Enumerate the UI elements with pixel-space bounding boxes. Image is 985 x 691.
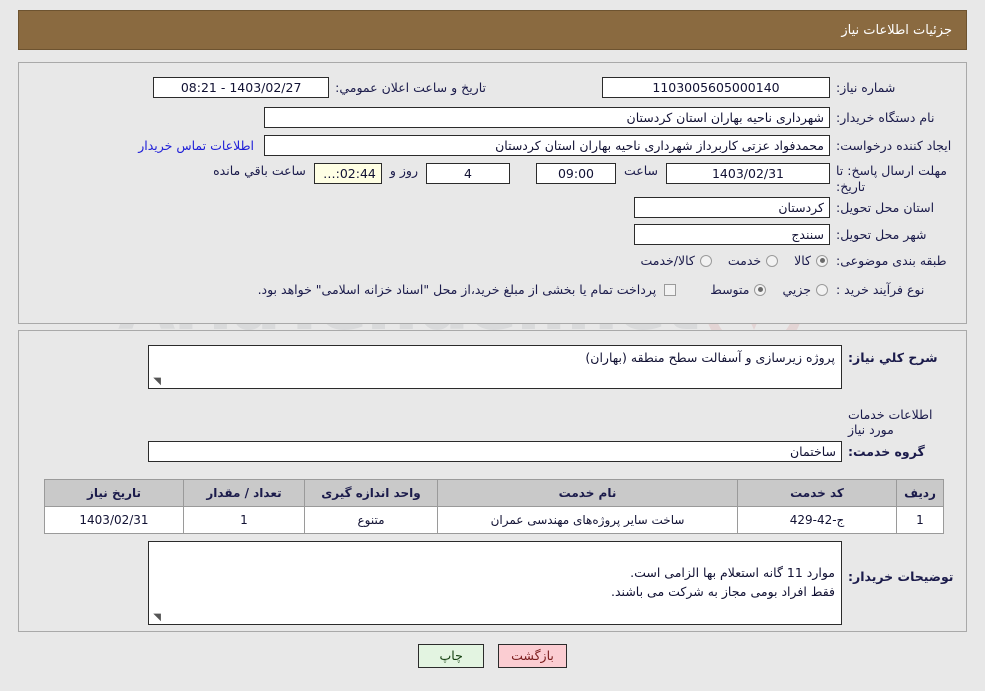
resize-grip-icon[interactable]: ◥ — [151, 613, 161, 623]
radio-category-kala-khedmat-label: کالا/خدمت — [640, 253, 695, 269]
deadline-label: مهلت ارسال پاسخ: تا تاریخ: — [836, 163, 947, 194]
cell-quantity: 1 — [183, 506, 305, 534]
col-quantity: تعداد / مقدار — [183, 479, 305, 507]
buyer-notes-textarea[interactable]: موارد 11 گانه استعلام بها الزامی است. فق… — [148, 541, 842, 625]
services-table: ردیف کد خدمت نام خدمت واحد اندازه گیری ت… — [44, 479, 944, 534]
purchase-process-label: نوع فرآیند خرید : — [836, 282, 925, 297]
col-need-date: تاریخ نیاز — [44, 479, 184, 507]
buyer-org-field[interactable]: شهرداری ناحیه بهاران استان کردستان — [264, 107, 830, 128]
general-description-label: شرح کلي نیاز: — [848, 350, 938, 365]
announce-datetime-field[interactable]: 1403/02/27 - 08:21 — [153, 77, 330, 98]
days-label: روز و — [389, 163, 418, 178]
print-button[interactable]: چاپ — [418, 644, 485, 668]
request-creator-label: ایجاد کننده درخواست: — [836, 137, 952, 153]
treasury-documents-checkbox[interactable] — [664, 283, 677, 296]
need-number-field[interactable]: 1103005605000140 — [602, 77, 830, 98]
page-title: جزئیات اطلاعات نیاز — [841, 22, 952, 38]
resize-grip-icon[interactable]: ◥ — [151, 377, 161, 387]
col-service-name: نام خدمت — [437, 479, 738, 507]
radio-category-khedmat[interactable] — [766, 254, 779, 267]
service-group-field[interactable]: ساختمان — [148, 441, 842, 462]
countdown-label: ساعت باقي مانده — [213, 163, 306, 178]
cell-unit: متنوع — [304, 506, 438, 534]
radio-category-kala-khedmat[interactable] — [699, 254, 712, 267]
delivery-city-field[interactable]: سنندج — [634, 224, 830, 245]
buyer-notes-label: توضیحات خریدار: — [848, 569, 954, 584]
remaining-days-field: 4 — [425, 163, 510, 184]
table-header-row: ردیف کد خدمت نام خدمت واحد اندازه گیری ت… — [44, 479, 944, 507]
announce-label: تاریخ و ساعت اعلان عمومي: — [335, 80, 486, 95]
hour-label: ساعت — [623, 163, 658, 178]
col-service-code: کد خدمت — [737, 479, 897, 507]
cell-need-date: 1403/02/31 — [44, 506, 184, 534]
general-description-textarea[interactable]: پروژه زیرسازی و آسفالت سطح منطقه (بهاران… — [148, 345, 842, 389]
delivery-city-label: شهر محل تحویل: — [836, 226, 927, 242]
services-section-title: اطلاعات خدمات مورد نیاز — [848, 407, 933, 437]
radio-process-jozie[interactable] — [816, 283, 828, 296]
buyer-notes-text: موارد 11 گانه استعلام بها الزامی است. فق… — [611, 564, 835, 599]
deadline-date-field[interactable]: 1403/02/31 — [666, 163, 830, 184]
buyer-contact-link[interactable]: اطلاعات تماس خریدار — [138, 138, 254, 153]
buyer-org-label: نام دستگاه خریدار: — [836, 109, 935, 125]
radio-category-kala[interactable] — [816, 254, 828, 267]
need-details-panel: شرح کلي نیاز: پروژه زیرسازی و آسفالت سطح… — [18, 330, 967, 632]
radio-process-motevaset[interactable] — [754, 283, 767, 296]
cell-service-code: ج-42-429 — [737, 506, 897, 534]
cell-row-index: 1 — [896, 506, 944, 534]
treasury-documents-label: پرداخت تمام یا بخشی از مبلغ خرید،از محل … — [257, 282, 657, 298]
request-creator-field[interactable]: محمدفواد عزتی کاربرداز شهرداری ناحیه بها… — [264, 135, 830, 156]
general-description-text: پروژه زیرسازی و آسفالت سطح منطقه (بهاران… — [585, 350, 835, 365]
radio-category-khedmat-label: خدمت — [727, 253, 762, 269]
page-header: جزئیات اطلاعات نیاز — [18, 10, 967, 50]
back-button[interactable]: بازگشت — [498, 644, 567, 668]
footer-button-bar: بازگشت چاپ — [0, 644, 985, 668]
countdown-timer-field: 00:02:44 — [313, 163, 382, 184]
cell-service-name: ساخت سایر پروژه‌های مهندسی عمران — [437, 506, 738, 534]
delivery-province-field[interactable]: کردستان — [634, 197, 830, 218]
delivery-province-label: استان محل تحویل: — [836, 199, 935, 215]
radio-process-jozie-label: جزیي — [782, 282, 811, 298]
col-row-index: ردیف — [896, 479, 944, 507]
radio-process-motevaset-label: متوسط — [710, 282, 750, 298]
service-group-label: گروه خدمت: — [848, 443, 925, 459]
need-summary-panel: شماره نیاز: 1103005605000140 تاریخ و ساع… — [18, 62, 967, 324]
need-number-label: شماره نیاز: — [836, 79, 896, 95]
subject-category-label: طبقه بندی موضوعی: — [836, 253, 947, 268]
deadline-time-field[interactable]: 09:00 — [535, 163, 616, 184]
radio-category-kala-label: کالا — [794, 253, 811, 269]
table-row[interactable]: 1 ج-42-429 ساخت سایر پروژه‌های مهندسی عم… — [44, 506, 944, 534]
col-unit: واحد اندازه گیری — [304, 479, 438, 507]
